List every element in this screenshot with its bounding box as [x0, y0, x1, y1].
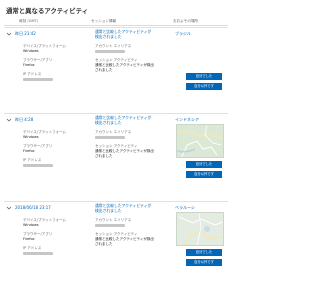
row-divider [4, 27, 228, 28]
activity-row[interactable]: 昨日 21:42 デバイス/プラットフォーム Windows ブラウザー/アプリ… [4, 27, 228, 113]
session-activity-value: 通常と比較したアクティビティが検出されました [95, 63, 154, 73]
chevron-down-icon[interactable] [6, 117, 12, 123]
not-me-button[interactable]: 自分以外です [186, 83, 222, 90]
session-activity-value: 通常と比較したアクティビティが検出されました [95, 237, 154, 247]
account-info: アカウント エイリアス [95, 44, 131, 54]
device-info: デバイス/プラットフォーム Windows [23, 44, 66, 54]
not-me-button[interactable]: 自分以外です [186, 171, 222, 178]
activity-link[interactable]: 通常と比較したアクティビティが検出されました [95, 29, 155, 40]
browser-value: Firefox [23, 63, 35, 68]
session-activity-info: セッション アクティビティ 通常と比較したアクティビティが検出されました [95, 144, 155, 160]
device-info: デバイス/プラットフォーム Windows [23, 218, 66, 228]
ip-info: IP アドレス [23, 246, 53, 256]
device-value: Windows [23, 49, 39, 54]
account-redacted [95, 223, 131, 228]
location-map [176, 124, 224, 158]
ip-redacted [23, 77, 53, 82]
location-name: ブラジル [175, 31, 191, 36]
activity-time[interactable]: 昨日 4:28 [15, 117, 33, 123]
header-time: 時刻 (GMT) [19, 19, 39, 23]
activity-link[interactable]: 通常と比較したアクティビティが検出されました [95, 115, 155, 126]
browser-info: ブラウザー/アプリ Firefox [23, 144, 52, 154]
activity-row[interactable]: 2018/06/18 23:17 デバイス/プラットフォーム Windows ブ… [4, 201, 228, 300]
activity-time[interactable]: 昨日 21:42 [15, 31, 36, 37]
ip-info: IP アドレス [23, 72, 53, 82]
header-session: セッション情報 [91, 19, 117, 23]
activity-row[interactable]: 昨日 4:28 デバイス/プラットフォーム Windows ブラウザー/アプリ … [4, 113, 228, 201]
dismiss-button[interactable]: 自分でした [186, 249, 222, 256]
activity-time[interactable]: 2018/06/18 23:17 [15, 205, 51, 210]
header-divider [4, 25, 228, 26]
ip-info: IP アドレス [23, 158, 53, 168]
row-divider [4, 201, 228, 202]
account-redacted [95, 49, 131, 54]
dismiss-button[interactable]: 自分でした [186, 73, 222, 80]
account-info: アカウント エイリアス [95, 218, 131, 228]
ip-redacted [23, 251, 53, 256]
location-name: ベラルーシ [175, 205, 195, 210]
header-location: おおよその場所 [173, 19, 199, 23]
browser-value: Firefox [23, 237, 35, 242]
dismiss-button[interactable]: 自分でした [186, 161, 222, 168]
browser-info: ブラウザー/アプリ Firefox [23, 232, 52, 242]
device-value: Windows [23, 135, 39, 140]
chevron-down-icon[interactable] [6, 205, 12, 211]
activity-link[interactable]: 通常と比較したアクティビティが検出されました [95, 203, 155, 214]
chevron-down-icon[interactable] [6, 31, 12, 37]
device-info: デバイス/プラットフォーム Windows [23, 130, 66, 140]
session-activity-info: セッション アクティビティ 通常と比較したアクティビティが検出されました [95, 58, 155, 74]
session-activity-value: 通常と比較したアクティビティが検出されました [95, 149, 154, 159]
page-title: 通常と異なるアクティビティ [6, 7, 88, 15]
account-redacted [95, 135, 131, 140]
ip-redacted [23, 163, 53, 168]
account-info: アカウント エイリアス [95, 130, 131, 140]
device-value: Windows [23, 223, 39, 228]
browser-value: Firefox [23, 149, 35, 154]
row-divider [4, 113, 228, 114]
browser-info: ブラウザー/アプリ Firefox [23, 58, 52, 68]
session-activity-info: セッション アクティビティ 通常と比較したアクティビティが検出されました [95, 232, 155, 248]
location-map [176, 212, 224, 246]
not-me-button[interactable]: 自分以外です [186, 259, 222, 266]
location-name: インドネシア [175, 117, 199, 122]
